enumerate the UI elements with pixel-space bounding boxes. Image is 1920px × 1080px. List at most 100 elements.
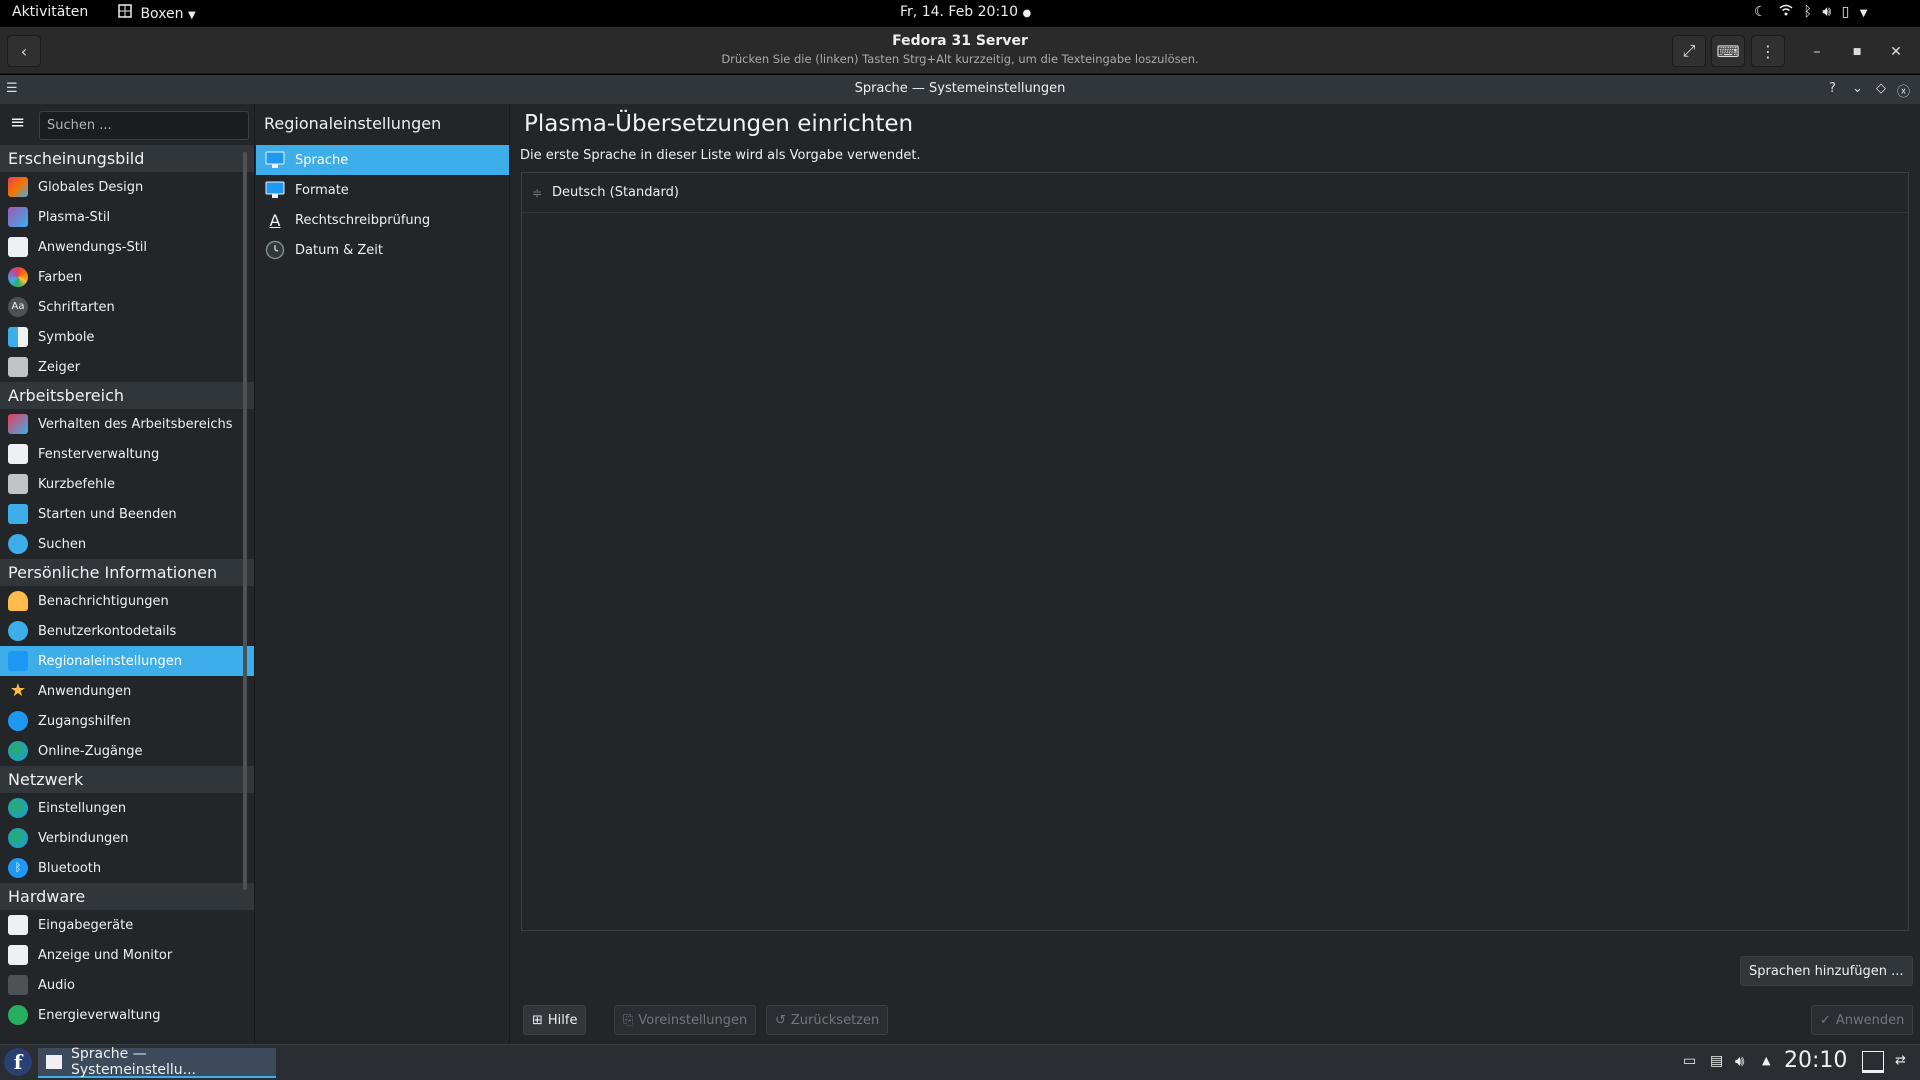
sidebar-scrollbar[interactable]: [243, 152, 247, 890]
bluetooth-icon: ᛒ: [1803, 4, 1812, 20]
volume-icon: 🔊︎: [1822, 4, 1832, 20]
close-circle-icon[interactable]: ⓧ: [1897, 81, 1910, 100]
sidebar-item-audio[interactable]: Audio: [0, 970, 254, 1000]
sidebar-item-benutzerkonto[interactable]: Benutzerkontodetails: [0, 616, 254, 646]
sidebar-item-zeiger[interactable]: Zeiger: [0, 352, 254, 382]
sidebar-item-verhalten[interactable]: Verhalten des Arbeitsbereichs: [0, 409, 254, 439]
hamburger-menu-icon[interactable]: ≡: [10, 114, 28, 132]
subcategory-item-datum-zeit[interactable]: Datum & Zeit: [256, 235, 509, 265]
sidebar-item-kurzbefehle[interactable]: Kurzbefehle: [0, 469, 254, 499]
status-menu[interactable]: ☾ ᛒ 🔊︎ ▯ ▼: [1754, 4, 1867, 20]
activities-button[interactable]: Aktivitäten: [12, 4, 88, 20]
apply-button[interactable]: ✓ Anwenden: [1811, 1005, 1914, 1035]
startup-shutdown-icon: [8, 504, 28, 524]
defaults-button[interactable]: ⎘ Voreinstellungen: [614, 1005, 757, 1035]
panel-settings-icon[interactable]: ⇄: [1895, 1053, 1906, 1068]
maximize-icon: ■: [1852, 47, 1862, 57]
reset-label: Zurücksetzen: [790, 1012, 880, 1028]
sidebar-item-label: Farben: [38, 269, 83, 285]
close-button[interactable]: ✕: [1884, 40, 1908, 64]
subcategory-item-sprache[interactable]: Sprache: [256, 145, 509, 175]
window-management-icon: [8, 444, 28, 464]
drag-handle-icon[interactable]: ≑: [522, 186, 552, 200]
reset-icon: ↺: [775, 1012, 786, 1028]
reset-button[interactable]: ↺ Zurücksetzen: [766, 1005, 889, 1035]
add-languages-button[interactable]: Sprachen hinzufügen ...: [1740, 956, 1913, 986]
sidebar-item-anwendungs-stil[interactable]: Anwendungs-Stil: [0, 232, 254, 262]
sidebar-item-plasma-stil[interactable]: Plasma-Stil: [0, 202, 254, 232]
bell-icon: [8, 591, 28, 611]
subcategory-label: Sprache: [295, 152, 349, 168]
sidebar-item-symbole[interactable]: Symbole: [0, 322, 254, 352]
keyboard-button[interactable]: ⌨: [1711, 35, 1745, 67]
battery-icon: ▯: [1841, 4, 1850, 20]
list-item[interactable]: ≑ Deutsch (Standard): [522, 173, 1908, 213]
close-icon: ✕: [1890, 44, 1902, 60]
wifi-icon: [1779, 4, 1797, 20]
sidebar-item-label: Symbole: [38, 329, 95, 345]
tray-expand-icon[interactable]: ▲: [1762, 1054, 1770, 1067]
sidebar-item-schriftarten[interactable]: Aa Schriftarten: [0, 292, 254, 322]
help-button[interactable]: ⊞ Hilfe: [523, 1005, 587, 1035]
boxes-app-icon: [118, 4, 132, 22]
sidebar-item-label: Benutzerkontodetails: [38, 623, 177, 639]
sidebar-item-zugangshilfen[interactable]: Zugangshilfen: [0, 706, 254, 736]
sidebar-item-online-zugaenge[interactable]: Online-Zugänge: [0, 736, 254, 766]
maximize-button[interactable]: ■: [1845, 40, 1869, 64]
display-tray-icon[interactable]: ▭: [1683, 1053, 1696, 1069]
accessibility-icon: [8, 711, 28, 731]
language-settings-page: Plasma-Übersetzungen einrichten Die erst…: [511, 104, 1920, 1044]
maximize-diamond-icon[interactable]: ◇: [1876, 81, 1886, 96]
fullscreen-button[interactable]: ⤢: [1672, 35, 1706, 67]
sidebar-item-label: Eingabegeräte: [38, 917, 134, 933]
taskbar-task-button[interactable]: Sprache — Systemeinstellu...: [38, 1046, 276, 1078]
help-icon: ⊞: [532, 1012, 543, 1028]
help-icon[interactable]: ?: [1829, 81, 1836, 96]
fonts-icon: Aa: [8, 297, 28, 317]
search-input[interactable]: [39, 111, 249, 140]
kebab-menu-icon: ⋮: [1760, 41, 1776, 61]
sidebar-item-label: Suchen: [38, 536, 87, 552]
sidebar-item-verbindungen[interactable]: Verbindungen: [0, 823, 254, 853]
sidebar-item-starten-beenden[interactable]: Starten und Beenden: [0, 499, 254, 529]
language-label: Deutsch (Standard): [552, 185, 679, 200]
sidebar-item-bluetooth[interactable]: ᛒ Bluetooth: [0, 853, 254, 883]
sidebar-item-einstellungen[interactable]: Einstellungen: [0, 793, 254, 823]
sidebar-item-fensterverwaltung[interactable]: Fensterverwaltung: [0, 439, 254, 469]
sidebar-item-anwendungen[interactable]: ★ Anwendungen: [0, 676, 254, 706]
window-title: Sprache — Systemeinstellungen: [854, 81, 1066, 96]
star-icon: ★: [9, 680, 27, 701]
clock-button[interactable]: Fr, 14. Feb 20:10 ●: [900, 4, 1031, 20]
app-menu-button[interactable]: Boxen ▼: [118, 4, 196, 22]
sidebar-item-anzeige-monitor[interactable]: Anzeige und Monitor: [0, 940, 254, 970]
minimize-button[interactable]: –: [1805, 40, 1829, 64]
sidebar-item-regionaleinstellungen[interactable]: Regionaleinstellungen: [0, 646, 254, 676]
minimize-chevron-icon[interactable]: ⌄: [1852, 81, 1863, 96]
colors-icon: [8, 267, 28, 287]
sidebar-item-label: Zeiger: [38, 359, 81, 375]
bluetooth-icon: ᛒ: [8, 858, 28, 878]
subcategory-item-rechtschreibpruefung[interactable]: A Rechtschreibprüfung: [256, 205, 509, 235]
sidebar-item-suchen[interactable]: Suchen: [0, 529, 254, 559]
show-desktop-icon[interactable]: [1862, 1051, 1884, 1073]
category-header: Persönliche Informationen: [0, 559, 254, 586]
sidebar-item-globales-design[interactable]: Globales Design: [0, 172, 254, 202]
sidebar-item-farben[interactable]: Farben: [0, 262, 254, 292]
keyboard-icon: ⌨: [1716, 41, 1740, 61]
subcategory-item-formate[interactable]: Formate: [256, 175, 509, 205]
sidebar-item-benachrichtigungen[interactable]: Benachrichtigungen: [0, 586, 254, 616]
taskbar-clock[interactable]: 20:10: [1784, 1048, 1847, 1073]
task-label: Sprache — Systemeinstellu...: [70, 1046, 196, 1078]
menu-button[interactable]: ⋮: [1751, 35, 1785, 67]
clipboard-icon[interactable]: ▤: [1710, 1053, 1723, 1069]
sidebar-item-energieverwaltung[interactable]: Energieverwaltung: [0, 1000, 254, 1030]
fedora-launcher-icon[interactable]: f: [4, 1048, 32, 1076]
subcategory-label: Datum & Zeit: [295, 242, 383, 258]
sidebar-item-label: Zugangshilfen: [38, 713, 131, 729]
sidebar-item-label: Bluetooth: [38, 860, 102, 876]
regional-settings-icon: [8, 651, 28, 671]
night-light-icon: ☾: [1754, 4, 1767, 20]
apply-label: Anwenden: [1835, 1012, 1905, 1028]
sidebar-item-eingabegeraete[interactable]: Eingabegeräte: [0, 910, 254, 940]
volume-tray-icon[interactable]: 🔊︎: [1735, 1052, 1744, 1070]
